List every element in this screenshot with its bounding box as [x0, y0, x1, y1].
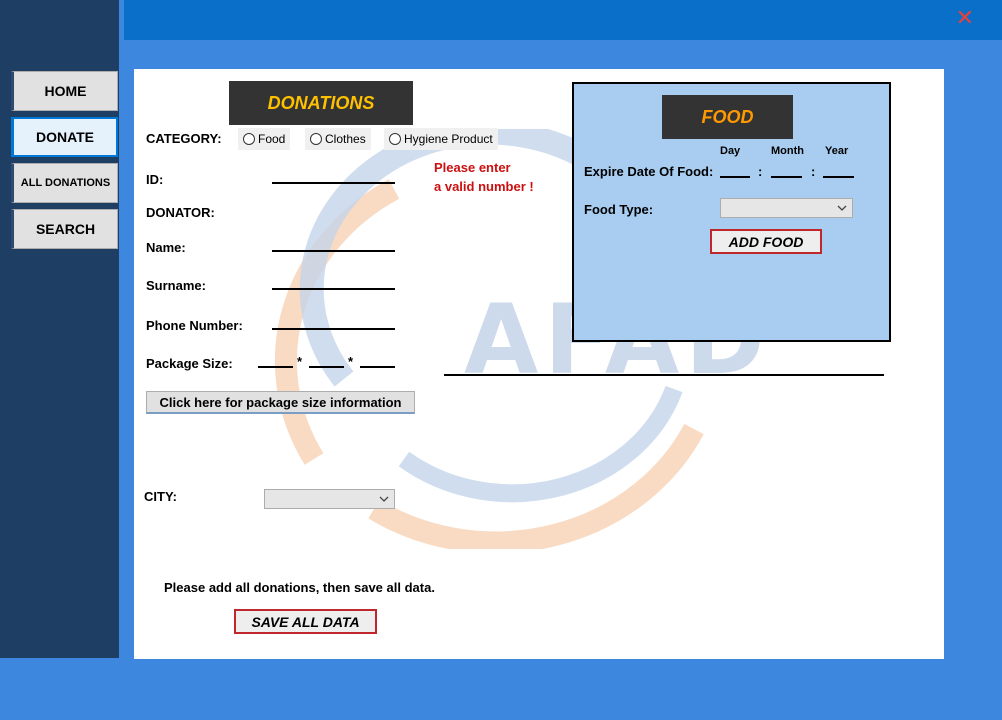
package-info-button[interactable]: Click here for package size information	[146, 391, 415, 414]
expire-day-input[interactable]	[720, 164, 750, 178]
year-label: Year	[825, 145, 849, 157]
id-label: ID:	[146, 172, 164, 187]
phone-label: Phone Number:	[146, 318, 243, 333]
month-label: Month	[771, 145, 804, 157]
nav-search-button[interactable]: SEARCH	[11, 209, 118, 249]
food-panel: FOOD Day Month Year Expire Date Of Food:…	[572, 82, 891, 342]
package-length-input[interactable]	[258, 354, 293, 368]
package-size-label: Package Size:	[146, 356, 233, 371]
add-food-button[interactable]: ADD FOOD	[710, 229, 822, 254]
surname-label: Surname:	[146, 278, 206, 293]
divider-line	[444, 374, 884, 376]
phone-input[interactable]	[272, 316, 395, 330]
radio-circle-icon	[389, 133, 401, 145]
nav-all-donations-button[interactable]: ALL DONATIONS	[11, 163, 118, 203]
sidebar-nav: HOME DONATE ALL DONATIONS SEARCH	[0, 0, 119, 658]
city-label: CITY:	[144, 489, 177, 504]
category-label: CATEGORY:	[146, 131, 222, 146]
expire-month-input[interactable]	[771, 164, 802, 178]
radio-label: Clothes	[325, 132, 366, 146]
day-label: Day	[720, 145, 741, 157]
donations-heading: DONATIONS	[229, 81, 413, 125]
radio-circle-icon	[243, 133, 255, 145]
error-message: Please enter a valid number !	[434, 158, 534, 196]
food-heading: FOOD	[662, 95, 793, 139]
id-input[interactable]	[272, 170, 395, 184]
package-width-input[interactable]	[309, 354, 344, 368]
chevron-down-icon	[837, 205, 847, 211]
expire-date-label: Expire Date Of Food:	[584, 164, 714, 179]
expire-year-input[interactable]	[823, 164, 854, 178]
package-height-input[interactable]	[360, 354, 395, 368]
date-separator: :	[811, 164, 816, 179]
category-radio-clothes[interactable]: Clothes	[305, 128, 371, 150]
radio-label: Food	[258, 132, 286, 146]
name-input[interactable]	[272, 238, 395, 252]
name-label: Name:	[146, 240, 186, 255]
package-separator: *	[348, 354, 354, 369]
surname-input[interactable]	[272, 276, 395, 290]
category-radio-food[interactable]: Food	[238, 128, 291, 150]
close-icon[interactable]: ✕	[956, 8, 974, 30]
city-select[interactable]	[264, 489, 395, 509]
error-line-2: a valid number !	[434, 179, 534, 194]
donator-label: DONATOR:	[146, 205, 215, 220]
radio-label: Hygiene Product	[404, 132, 493, 146]
radio-circle-icon	[310, 133, 322, 145]
package-separator: *	[297, 354, 303, 369]
nav-donate-button[interactable]: DONATE	[11, 117, 118, 157]
title-bar	[124, 0, 1002, 40]
error-line-1: Please enter	[434, 160, 511, 175]
save-all-data-button[interactable]: SAVE ALL DATA	[234, 609, 377, 634]
food-type-select[interactable]	[720, 198, 853, 218]
save-note: Please add all donations, then save all …	[164, 580, 435, 595]
category-radio-hygiene[interactable]: Hygiene Product	[384, 128, 498, 150]
food-type-label: Food Type:	[584, 202, 654, 217]
content-panel: AFAD DONATIONS CATEGORY: Food Clothes Hy…	[134, 69, 944, 659]
nav-home-button[interactable]: HOME	[11, 71, 118, 111]
chevron-down-icon	[379, 496, 389, 502]
date-separator: :	[758, 164, 763, 179]
